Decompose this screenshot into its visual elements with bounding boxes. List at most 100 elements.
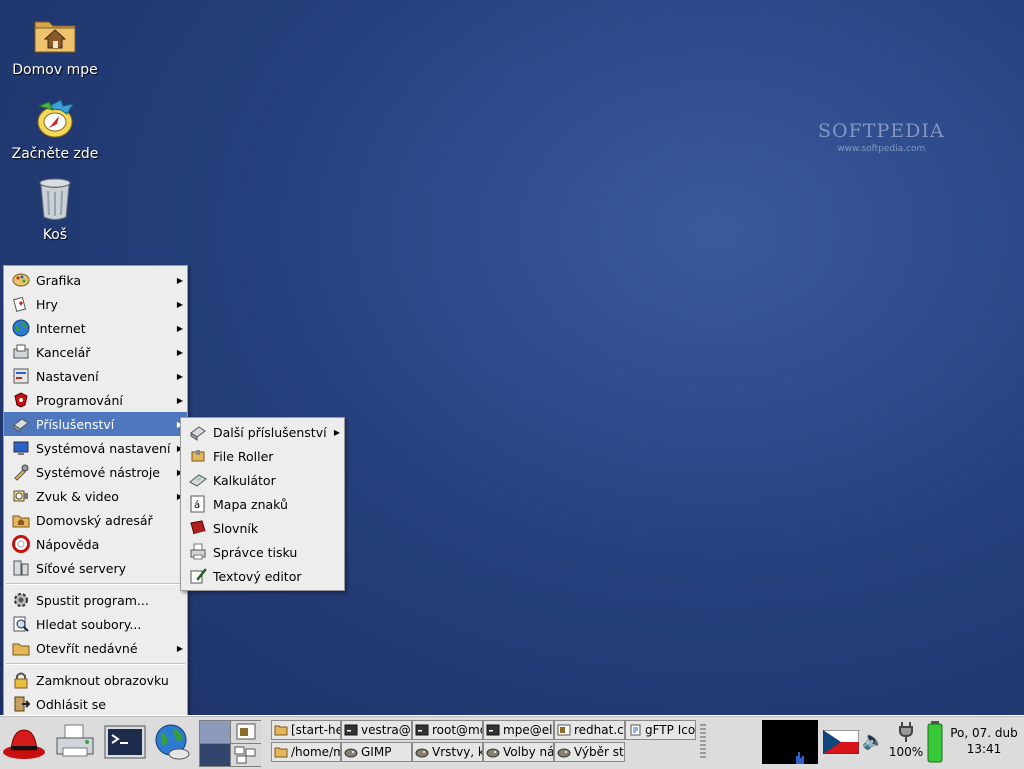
desktop-icon-start-here[interactable]: Začněte zde (0, 94, 110, 162)
main-menu-item[interactable]: Nápověda (4, 532, 187, 556)
battery-applet[interactable]: 100% (886, 720, 926, 759)
taskbar-window-label: GIMP (361, 745, 392, 759)
system-monitor[interactable] (762, 720, 818, 764)
gimp-icon (344, 746, 358, 758)
main-menu-item[interactable]: Síťové servery (4, 556, 187, 580)
document-icon (628, 724, 642, 736)
accessories-menu-item-label: Další příslušenství (213, 424, 327, 440)
accessories-menu-item[interactable]: Slovník (181, 516, 344, 540)
main-menu-item[interactable]: Systémová nastavení▶ (4, 436, 187, 460)
main-menu-item[interactable]: Příslušenství▶ (4, 412, 187, 436)
taskbar-window-button[interactable]: Vrstvy, k (412, 742, 483, 762)
text-editor-icon (187, 566, 209, 586)
accessories-menu-item[interactable]: Další příslušenství ▶ (181, 420, 344, 444)
main-menu-item-label: Otevřít nedávné (36, 640, 138, 656)
main-menu-item-label: Domovský adresář (36, 512, 153, 528)
home-folder-icon (10, 510, 32, 530)
watermark-url: www.softpedia.com (837, 144, 926, 154)
taskbar-window-button[interactable]: Výběr st (554, 742, 625, 762)
main-menu-item-label: Zamknout obrazovku (36, 672, 169, 688)
clock[interactable]: Po, 07. dub 13:41 (946, 725, 1022, 757)
accessories-menu-item[interactable]: á Mapa znaků (181, 492, 344, 516)
main-menu-item-label: Kancelář (36, 344, 91, 360)
submenu-arrow-icon: ▶ (176, 371, 183, 381)
main-menu-item[interactable]: Nastavení ▶ (4, 364, 187, 388)
taskbar-window-button[interactable]: mpe@el (483, 720, 554, 740)
accessories-menu-item-label: File Roller (213, 448, 274, 464)
lock-icon (10, 670, 32, 690)
home-folder-icon (31, 10, 79, 58)
volume-control[interactable]: 🔈 (862, 730, 884, 751)
submenu-arrow-icon: ▶ (333, 427, 340, 437)
softpedia-watermark: SOFTPEDIA www.softpedia.com (818, 120, 945, 154)
accessories-icon (10, 414, 32, 434)
main-menu-item[interactable]: Spustit program... (4, 588, 187, 612)
watermark-brand: SOFTPEDIA (818, 120, 945, 142)
web-browser-icon (155, 724, 190, 760)
main-menu-item[interactable]: Zvuk & video▶ (4, 484, 187, 508)
main-menu-item[interactable]: Hry ▶ (4, 292, 187, 316)
games-icon (10, 294, 32, 314)
printer-launcher[interactable] (53, 720, 97, 764)
main-menu-item-label: Spustit program... (36, 592, 149, 608)
desktop-icon-trash[interactable]: Koš (0, 175, 110, 243)
web-browser-launcher[interactable] (149, 720, 193, 764)
workspace-switcher[interactable] (199, 720, 261, 767)
accessories-menu-item[interactable]: Kalkulátor (181, 468, 344, 492)
battery-icon (927, 721, 943, 763)
submenu-arrow-icon: ▶ (176, 395, 183, 405)
taskbar-window-button[interactable]: [start-he (271, 720, 341, 740)
main-menu-item[interactable]: Odhlásit se (4, 692, 187, 716)
main-menu-item-label: Hledat soubory... (36, 616, 142, 632)
accessories-menu-item[interactable]: Textový editor (181, 564, 344, 588)
main-menu-item-label: Odhlásit se (36, 696, 106, 712)
redhat-menu-button[interactable] (2, 720, 46, 764)
terminal-launcher[interactable] (103, 720, 147, 764)
workspace-1[interactable] (200, 721, 230, 743)
main-menu-item[interactable]: Zamknout obrazovku (4, 668, 187, 692)
taskbar-window-button[interactable]: vestra@ (341, 720, 412, 740)
accessories-menu-item[interactable]: Správce tisku (181, 540, 344, 564)
taskbar-window-button[interactable]: redhat.co (554, 720, 625, 740)
accessories-menu-item-label: Kalkulátor (213, 472, 276, 488)
main-menu-item-label: Síťové servery (36, 560, 126, 576)
main-menu-item-label: Grafika (36, 272, 82, 288)
desktop-icon-label: Domov mpe (12, 62, 98, 78)
workspace-2[interactable] (231, 721, 261, 743)
main-menu-item[interactable]: Internet ▶ (4, 316, 187, 340)
taskbar-window-button[interactable]: Volby ná (483, 742, 554, 762)
workspace-3[interactable] (200, 744, 230, 766)
workspace-4[interactable] (231, 744, 261, 766)
main-menu-item[interactable]: Systémové nástroje▶ (4, 460, 187, 484)
main-menu-item[interactable]: Domovský adresář (4, 508, 187, 532)
main-menu-item[interactable]: Hledat soubory... (4, 612, 187, 636)
recent-folder-icon (10, 638, 32, 658)
preferences-icon (10, 366, 32, 386)
desktop-icon-label: Začněte zde (11, 146, 99, 162)
accessories-menu-item-label: Slovník (213, 520, 259, 536)
accessories-submenu: Další příslušenství ▶ File Roller Kalkuláto… (180, 417, 345, 591)
czech-flag-icon (822, 729, 860, 755)
keyboard-layout-indicator[interactable] (822, 729, 860, 755)
run-program-icon (10, 590, 32, 610)
svg-text:á: á (194, 499, 200, 511)
main-menu-item[interactable]: Otevřít nedávné ▶ (4, 636, 187, 660)
accessories-menu-item[interactable]: File Roller (181, 444, 344, 468)
desktop-icon-label: Koš (42, 227, 68, 243)
main-menu-item-label: Zvuk & video (36, 488, 119, 504)
printer-icon (56, 724, 94, 757)
main-menu-item[interactable]: Programování ▶ (4, 388, 187, 412)
calculator-icon (187, 470, 209, 490)
taskbar-window-button[interactable]: gFTP Ico (625, 720, 696, 740)
accessories-menu-item-label: Textový editor (213, 568, 302, 584)
taskbar-window-button[interactable]: /home/m (271, 742, 341, 762)
panel-drag-handle[interactable] (700, 724, 706, 760)
taskbar-window-button[interactable]: GIMP (341, 742, 412, 762)
taskbar-window-label: Vrstvy, k (432, 745, 483, 759)
taskbar-window-label: redhat.co (574, 723, 624, 737)
main-menu-item[interactable]: Kancelář ▶ (4, 340, 187, 364)
desktop-icon-home[interactable]: Domov mpe (0, 10, 110, 78)
image-icon (557, 724, 571, 736)
taskbar-window-button[interactable]: root@mo (412, 720, 483, 740)
main-menu-item[interactable]: Grafika ▶ (4, 268, 187, 292)
